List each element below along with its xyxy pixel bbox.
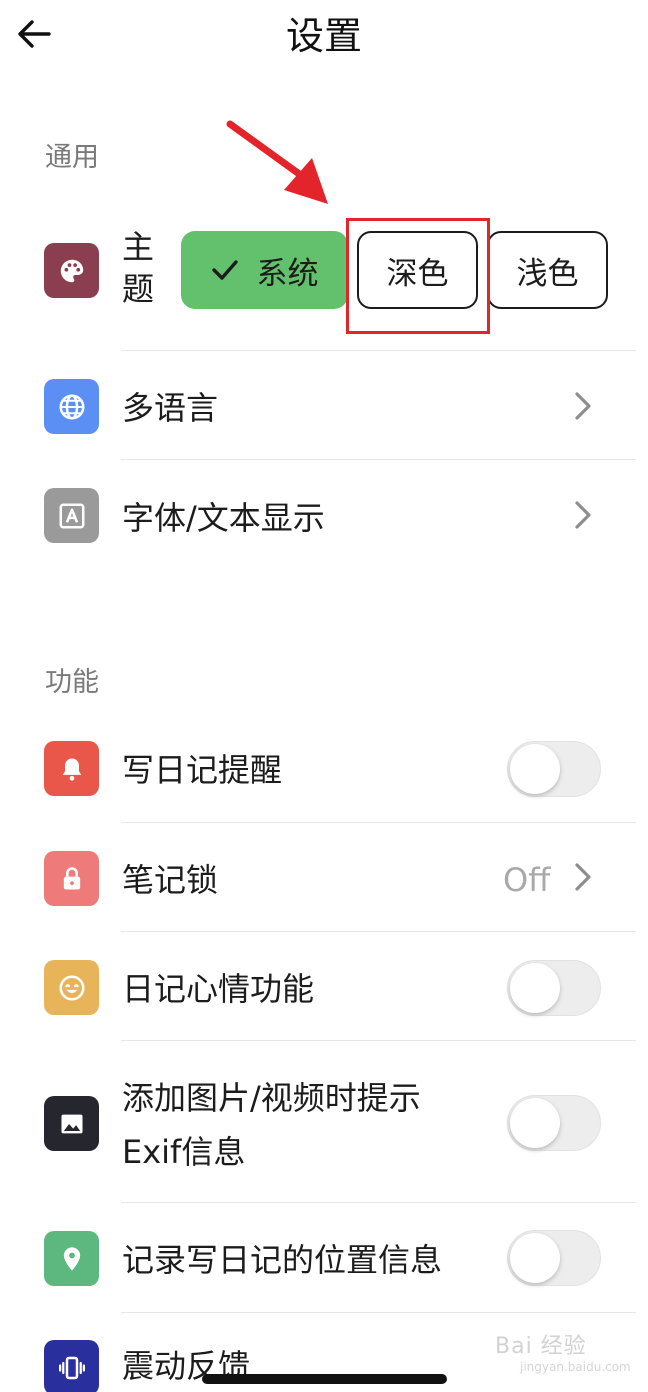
diary-reminder-label: 写日记提醒 bbox=[122, 751, 283, 789]
check-icon bbox=[211, 260, 238, 280]
chevron-right-icon[interactable] bbox=[570, 390, 596, 422]
section-title-general: 通用 bbox=[45, 142, 99, 173]
toggle-knob bbox=[510, 1233, 560, 1283]
divider bbox=[121, 1312, 636, 1313]
divider bbox=[121, 1040, 636, 1041]
font-label[interactable]: 字体/文本显示 bbox=[122, 498, 325, 538]
note-lock-label[interactable]: 笔记锁 bbox=[122, 860, 218, 900]
theme-label: 主题 bbox=[122, 228, 155, 308]
location-label: 记录写日记的位置信息 bbox=[122, 1241, 443, 1279]
watermark-url: jingyan.baidu.com bbox=[520, 1360, 631, 1374]
language-label[interactable]: 多语言 bbox=[122, 388, 218, 428]
divider bbox=[121, 1202, 636, 1203]
section-title-features: 功能 bbox=[45, 667, 99, 698]
theme-option-system[interactable]: 系统 bbox=[181, 231, 348, 309]
font-icon bbox=[44, 488, 99, 543]
baidu-watermark: Bai 经验 bbox=[495, 1334, 587, 1359]
mood-label: 日记心情功能 bbox=[122, 970, 315, 1008]
lock-icon bbox=[44, 851, 99, 906]
annotation-highlight-box bbox=[346, 218, 490, 334]
exif-toggle[interactable] bbox=[507, 1095, 601, 1151]
divider bbox=[121, 822, 636, 823]
globe-icon bbox=[44, 379, 99, 434]
vibration-icon bbox=[44, 1340, 99, 1392]
smiley-icon bbox=[44, 960, 99, 1015]
diary-reminder-toggle[interactable] bbox=[507, 741, 601, 797]
chevron-right-icon[interactable] bbox=[570, 499, 596, 531]
chevron-right-icon[interactable] bbox=[570, 861, 596, 893]
toggle-knob bbox=[510, 744, 560, 794]
divider bbox=[121, 931, 636, 932]
toggle-knob bbox=[510, 1098, 560, 1148]
exif-label-line1: 添加图片/视频时提示 bbox=[122, 1079, 421, 1117]
home-indicator[interactable] bbox=[202, 1374, 447, 1384]
page-title: 设置 bbox=[285, 14, 362, 58]
divider bbox=[121, 459, 636, 460]
note-lock-value: Off bbox=[503, 861, 551, 899]
bell-icon bbox=[44, 741, 99, 796]
mood-toggle[interactable] bbox=[507, 960, 601, 1016]
theme-option-system-label: 系统 bbox=[256, 255, 319, 292]
theme-option-light[interactable]: 浅色 bbox=[487, 231, 608, 309]
annotation-arrow-icon bbox=[226, 120, 328, 204]
location-toggle[interactable] bbox=[507, 1230, 601, 1286]
exif-label-line2: Exif信息 bbox=[122, 1133, 246, 1171]
toggle-knob bbox=[510, 963, 560, 1013]
image-icon bbox=[44, 1096, 99, 1151]
location-pin-icon bbox=[44, 1231, 99, 1286]
divider bbox=[121, 350, 636, 351]
app-header: 设置 bbox=[0, 0, 648, 80]
theme-option-light-label: 浅色 bbox=[516, 255, 579, 292]
palette-icon bbox=[44, 243, 99, 298]
